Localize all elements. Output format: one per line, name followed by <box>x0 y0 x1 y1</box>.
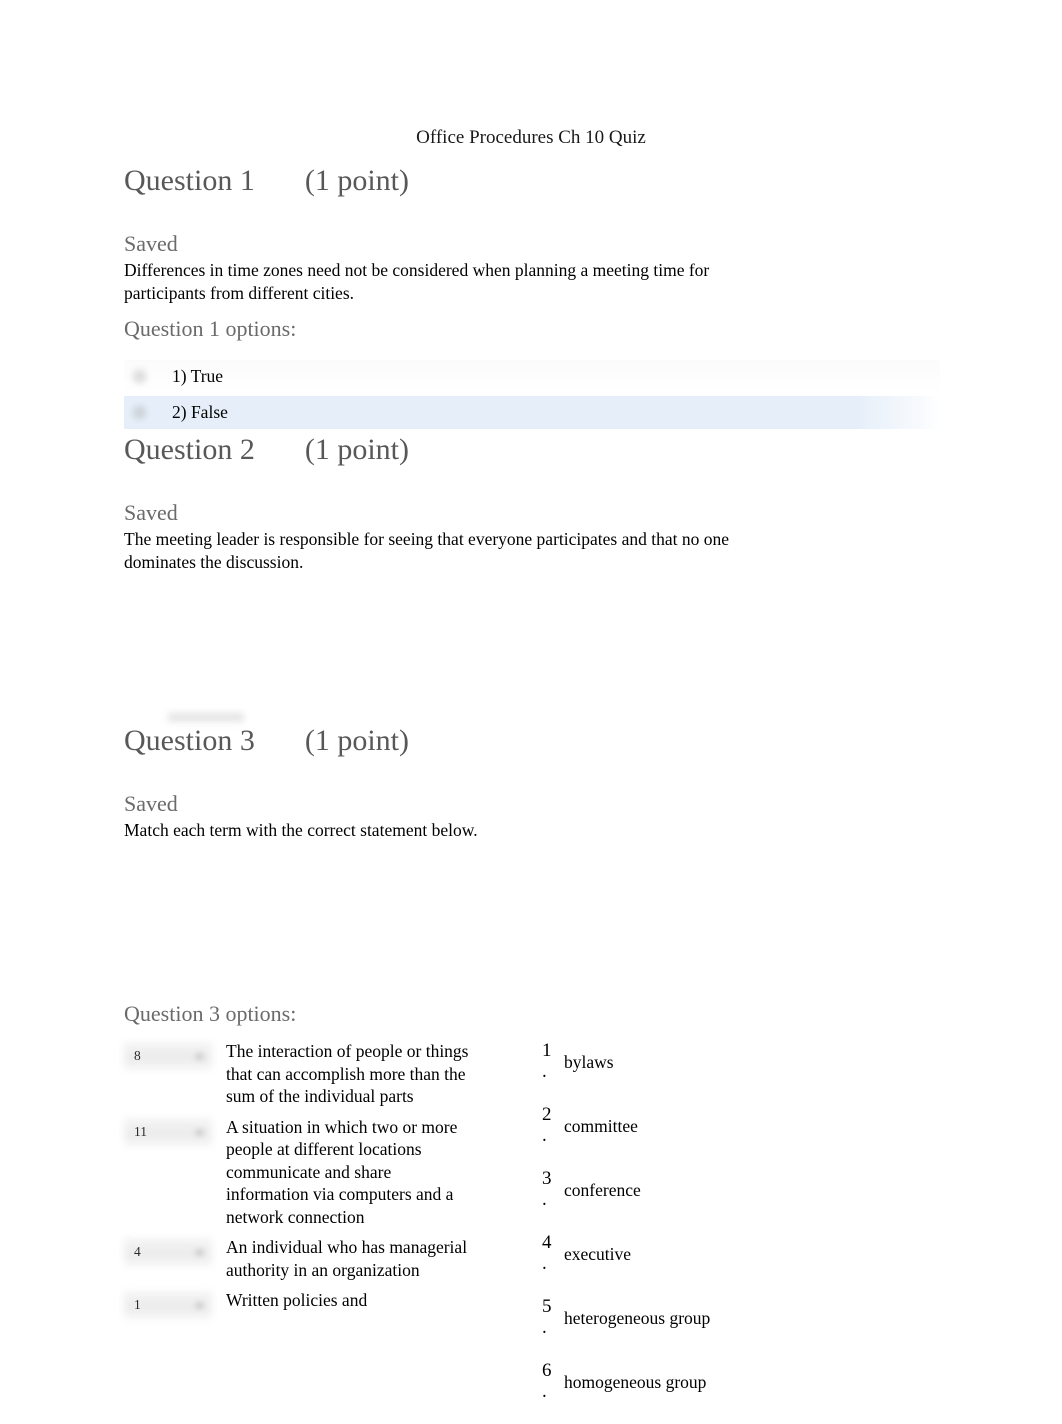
matching-options-grid: 8 The interaction of people or things th… <box>124 1040 924 1424</box>
matching-row: 4 An individual who has managerial autho… <box>124 1236 474 1281</box>
blur-artifact <box>168 710 244 724</box>
option-label: 1) True <box>172 366 224 386</box>
select-value: 11 <box>134 1123 147 1139</box>
matching-row: 8 The interaction of people or things th… <box>124 1040 474 1108</box>
term-marker: 1 . <box>542 1040 562 1082</box>
term-label: executive <box>564 1244 632 1264</box>
matching-terms-column: 1 . bylaws 2 . committee 3 . conference … <box>542 1040 872 1424</box>
question-2-points: (1 point) <box>304 433 409 466</box>
question-3-points: (1 point) <box>304 724 409 757</box>
term-dot: . <box>542 1381 547 1402</box>
match-statement-text: A situation in which two or more people … <box>226 1116 458 1227</box>
question-2-heading: Question 2 (1 point) <box>124 432 409 468</box>
match-select-dropdown[interactable]: 8 <box>124 1042 212 1070</box>
match-select-dropdown[interactable]: 11 <box>124 1117 212 1146</box>
question-1-heading: Question 1 (1 point) <box>124 163 409 199</box>
question-2-label: Question 2 <box>124 433 255 466</box>
radio-button-icon[interactable] <box>130 367 149 386</box>
term-label: heterogeneous group <box>564 1308 711 1328</box>
chevron-down-icon <box>193 1300 206 1311</box>
term-marker: 5 . <box>542 1296 562 1338</box>
term-dot: . <box>542 1189 547 1210</box>
term-number: 3 <box>542 1168 552 1189</box>
term-marker: 4 . <box>542 1232 562 1274</box>
term-label: conference <box>564 1180 641 1200</box>
term-number: 1 <box>542 1040 552 1061</box>
question-1-option-true[interactable]: 1) True <box>124 360 940 393</box>
matching-row: 11 A situation in which two or more peop… <box>124 1116 474 1229</box>
question-1-points: (1 point) <box>304 164 409 197</box>
term-marker: 6 . <box>542 1360 562 1402</box>
question-3-label: Question 3 <box>124 724 255 757</box>
term-dot: . <box>542 1061 547 1082</box>
match-statement-text: The interaction of people or things that… <box>226 1041 469 1106</box>
match-select-dropdown[interactable]: 1 <box>124 1291 212 1319</box>
question-1-status: Saved <box>124 231 178 256</box>
term-list-item: 3 . conference <box>542 1168 872 1210</box>
question-3-prompt: Match each term with the correct stateme… <box>124 820 478 840</box>
term-list-item: 6 . homogeneous group <box>542 1360 872 1402</box>
term-label: bylaws <box>564 1052 614 1072</box>
select-value: 8 <box>134 1048 141 1063</box>
question-3-status: Saved <box>124 791 178 816</box>
matching-row: 1 Written policies and <box>124 1289 474 1319</box>
quiz-page: Office Procedures Ch 10 Quiz Question 1 (… <box>0 0 1062 1402</box>
question-2-prompt: The meeting leader is responsible for se… <box>124 529 729 572</box>
term-dot: . <box>542 1253 547 1274</box>
select-value: 4 <box>134 1244 141 1259</box>
term-list-item: 1 . bylaws <box>542 1040 872 1082</box>
question-3-heading: Question 3 (1 point) <box>124 723 409 759</box>
match-statement-text: Written policies and <box>226 1290 368 1310</box>
chevron-down-icon <box>193 1051 206 1062</box>
term-list-item: 2 . committee <box>542 1104 872 1146</box>
matching-statements-column: 8 The interaction of people or things th… <box>124 1040 474 1327</box>
question-1-options-label: Question 1 options: <box>124 316 297 341</box>
page-title: Office Procedures Ch 10 Quiz <box>416 127 646 148</box>
term-dot: . <box>542 1125 547 1146</box>
term-number: 4 <box>542 1232 552 1253</box>
term-number: 2 <box>542 1104 552 1125</box>
question-3-options-label: Question 3 options: <box>124 1001 297 1026</box>
question-1-option-false[interactable]: 2) False <box>124 396 940 429</box>
select-value: 1 <box>134 1297 141 1312</box>
term-list-item: 4 . executive <box>542 1232 872 1274</box>
question-2-status: Saved <box>124 500 178 525</box>
term-marker: 3 . <box>542 1168 562 1210</box>
term-number: 5 <box>542 1296 552 1317</box>
chevron-down-icon <box>193 1247 206 1258</box>
chevron-down-icon <box>193 1126 206 1138</box>
term-number: 6 <box>542 1360 552 1381</box>
term-dot: . <box>542 1317 547 1338</box>
match-select-dropdown[interactable]: 4 <box>124 1238 212 1266</box>
radio-button-icon[interactable] <box>130 403 149 422</box>
match-statement-text: An individual who has managerial authori… <box>226 1237 468 1280</box>
question-1-label: Question 1 <box>124 164 255 197</box>
option-label: 2) False <box>172 402 228 422</box>
term-list-item: 5 . heterogeneous group <box>542 1296 872 1338</box>
term-marker: 2 . <box>542 1104 562 1146</box>
question-1-prompt: Differences in time zones need not be co… <box>124 260 710 303</box>
term-label: committee <box>564 1116 638 1136</box>
